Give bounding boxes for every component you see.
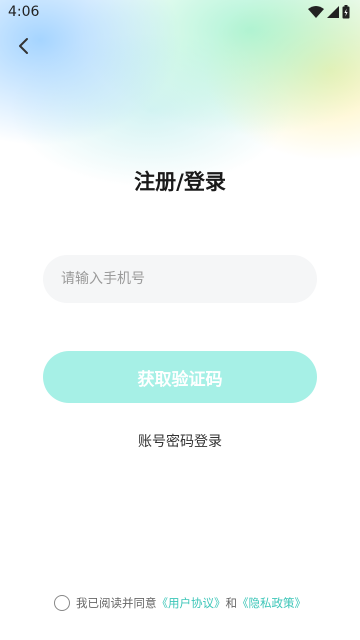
- agreement-row: 我已阅读并同意 《用户协议》 和 《隐私政策》: [0, 595, 360, 611]
- back-button[interactable]: [12, 36, 36, 60]
- battery-icon: [342, 5, 350, 19]
- agreement-conjunction: 和: [225, 596, 238, 610]
- agreement-prefix: 我已阅读并同意: [76, 596, 157, 610]
- user-agreement-link[interactable]: 《用户协议》: [157, 595, 226, 611]
- header-background-gradient: [0, 0, 360, 260]
- get-code-button[interactable]: 获取验证码: [43, 351, 317, 403]
- status-bar: 4:06: [0, 0, 360, 24]
- signal-icon: [327, 6, 339, 18]
- agreement-checkbox[interactable]: [54, 595, 70, 611]
- wifi-icon: [308, 6, 324, 18]
- page-title: 注册/登录: [134, 170, 226, 194]
- password-login-link[interactable]: 账号密码登录: [0, 431, 360, 451]
- chevron-left-icon: [17, 37, 31, 59]
- status-icons: [308, 5, 350, 19]
- privacy-policy-link[interactable]: 《隐私政策》: [237, 595, 306, 611]
- phone-input[interactable]: [43, 255, 317, 303]
- status-time: 4:06: [8, 4, 40, 20]
